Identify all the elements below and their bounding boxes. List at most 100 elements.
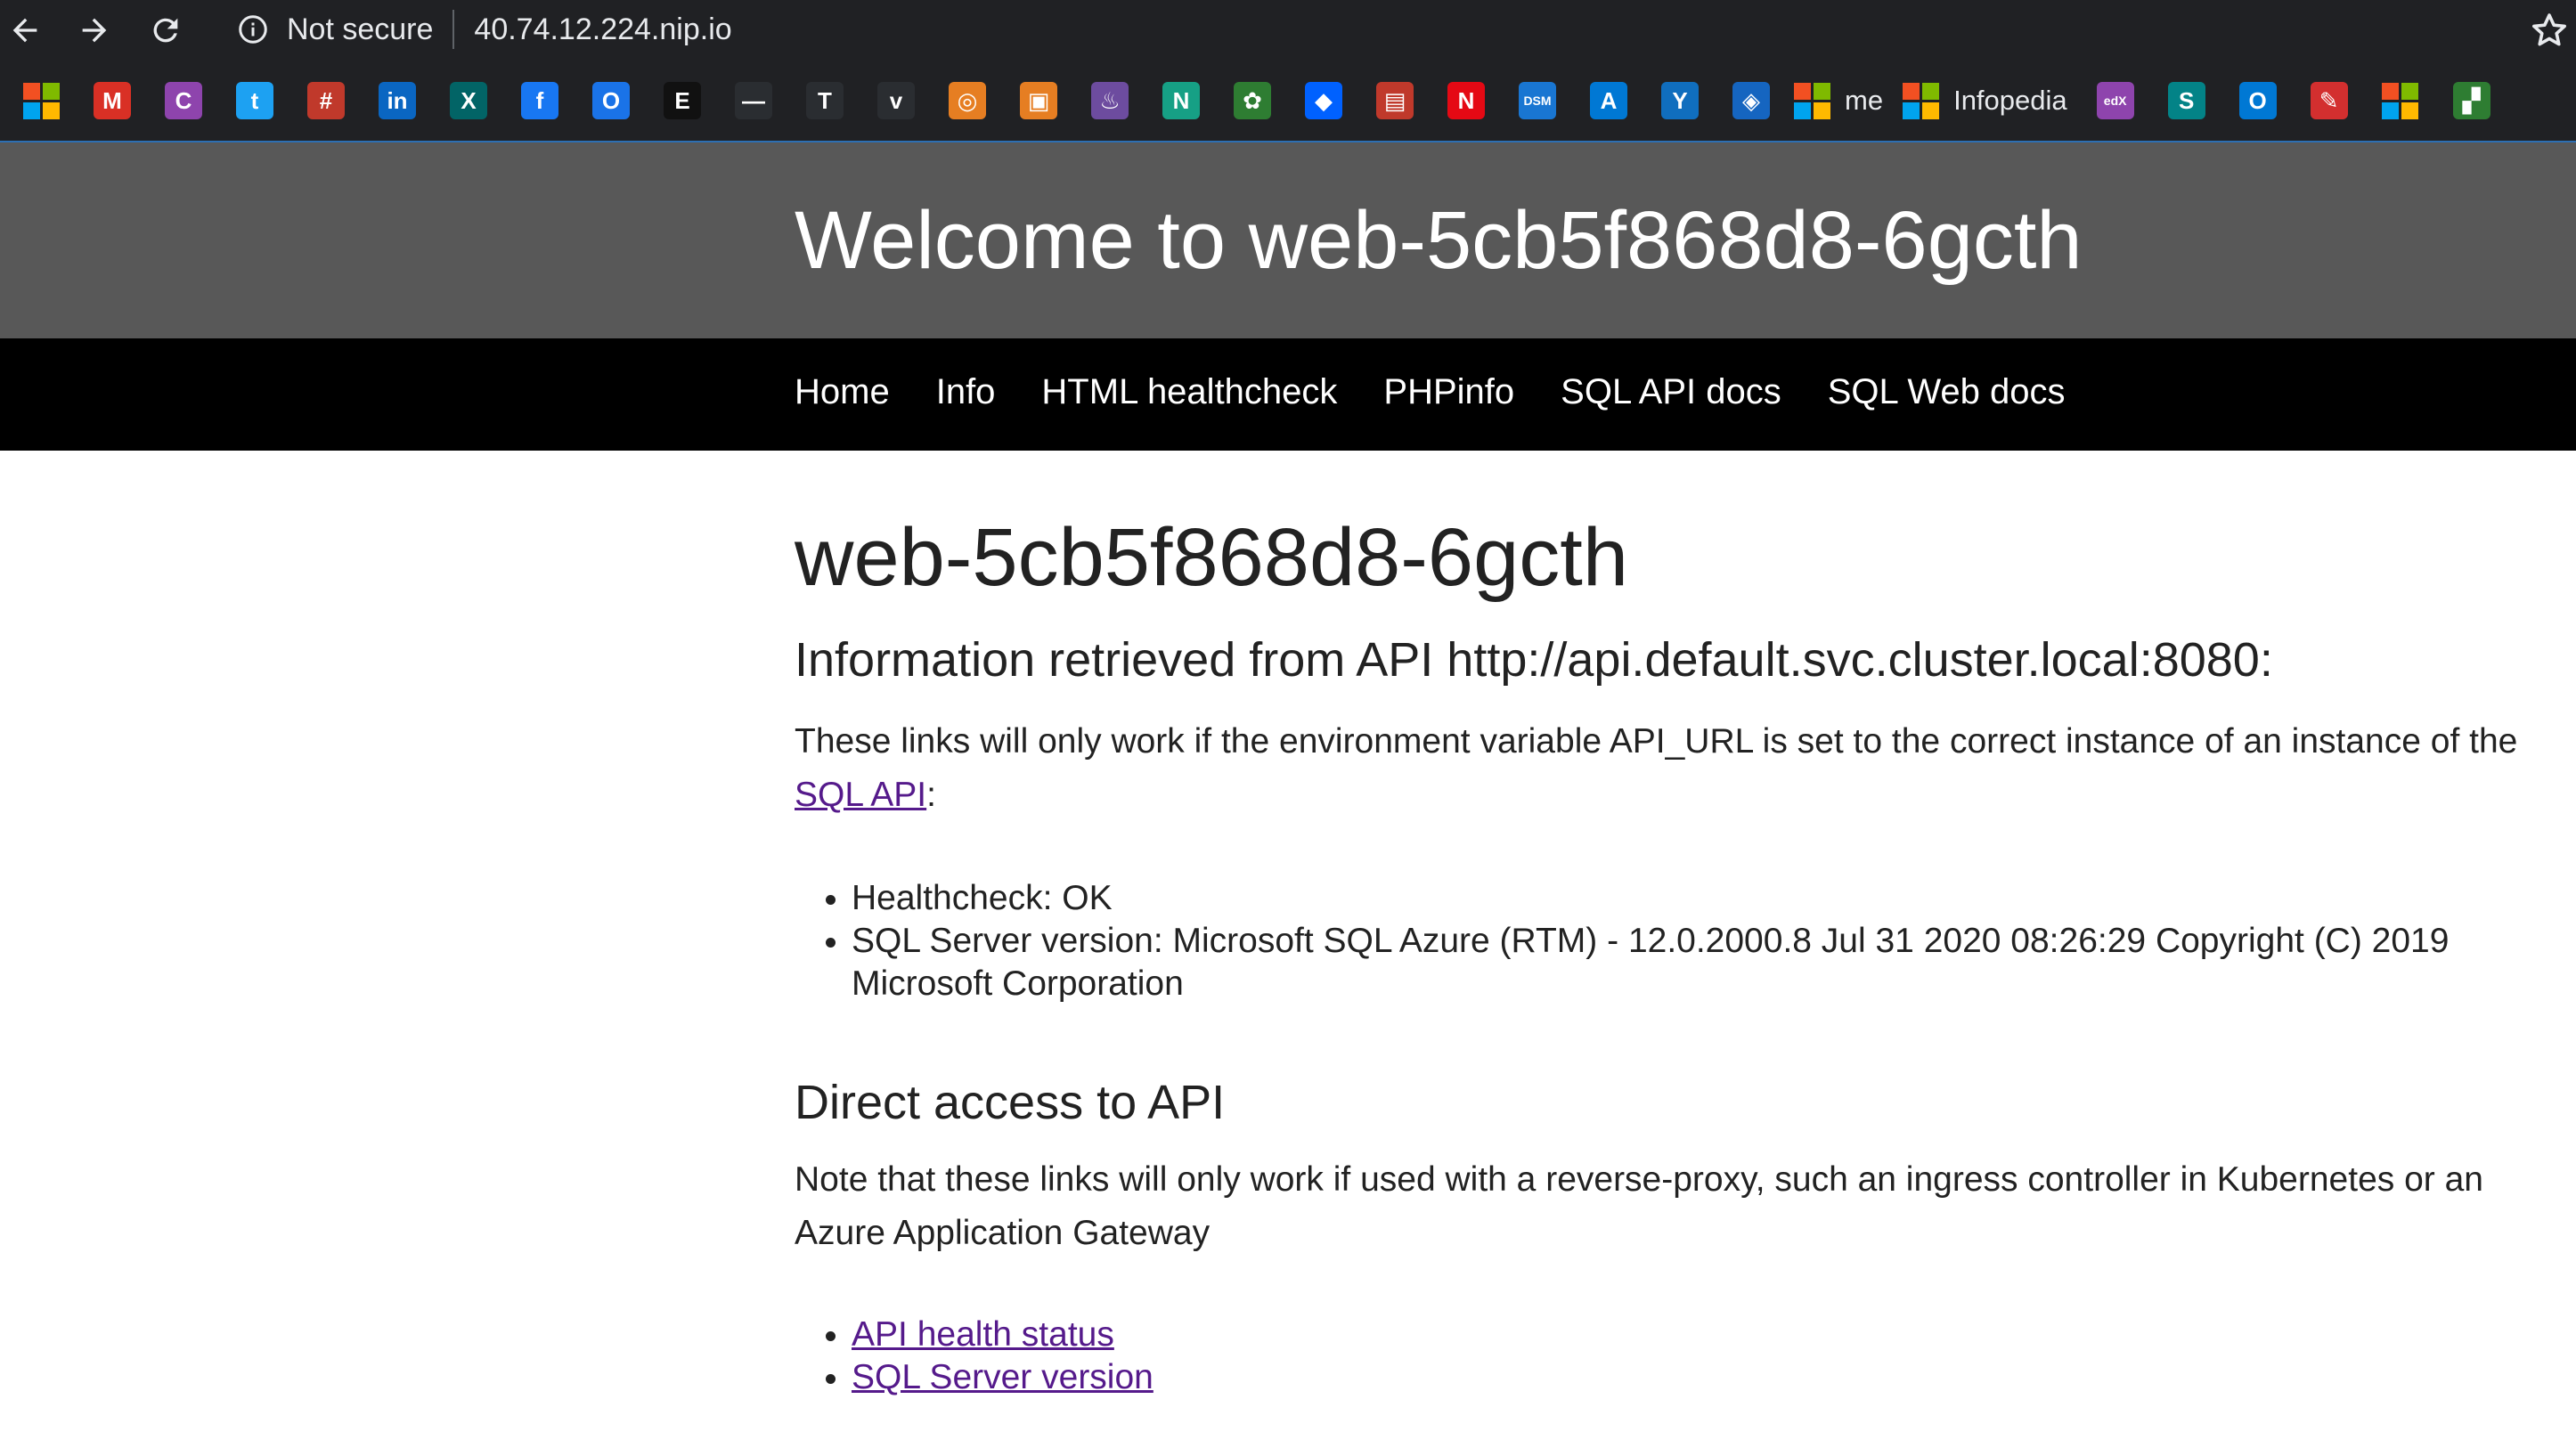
bookmark-item[interactable]: ◈: [1716, 65, 1787, 136]
bookmarks-bar: M Ct # in Xf O E — Tv ◎ ▣ ♨ N ✿ ◆ ▤ N DSM A Y ◈ me Infopedia ed…: [0, 61, 2576, 142]
list-item-api-health: API health status: [852, 1314, 2576, 1356]
bookmark-item[interactable]: edX: [2080, 65, 2151, 136]
bookmark-item[interactable]: ▤: [1359, 65, 1431, 136]
url-text[interactable]: 40.74.12.224.nip.io: [474, 12, 731, 47]
address-divider: [452, 10, 455, 49]
bookmark-label: me: [1845, 85, 1884, 116]
xing-icon: X: [450, 82, 487, 119]
api-info-note-suffix: :: [926, 776, 936, 815]
bookmark-item[interactable]: ▞: [2436, 65, 2507, 136]
microsoft-icon: [1794, 82, 1830, 119]
nyt-icon: T: [806, 82, 844, 119]
bookmark-item[interactable]: T: [789, 65, 860, 136]
bookmark-item[interactable]: ▣: [1003, 65, 1074, 136]
security-status-label: Not secure: [287, 12, 434, 46]
hostname-heading: web-5cb5f868d8-6gcth: [795, 512, 1628, 603]
api-health-status-link[interactable]: API health status: [852, 1315, 1114, 1354]
bookmark-star-icon[interactable]: [2528, 9, 2571, 52]
api-info-note-text: These links will only work if the enviro…: [795, 722, 2518, 761]
forward-arrow-icon: [82, 18, 107, 43]
address-bar[interactable]: Not secure 40.74.12.224.nip.io: [219, 0, 2535, 59]
hashtag-icon: #: [307, 82, 345, 119]
direct-access-heading: Direct access to API: [795, 1076, 1226, 1130]
bookmark-item[interactable]: Infopedia: [1895, 82, 2080, 119]
api-info-note: These links will only work if the enviro…: [795, 715, 2576, 822]
main-content: web-5cb5f868d8-6gcth Information retriev…: [795, 517, 2576, 1399]
bookmark-item[interactable]: ✿: [1217, 65, 1288, 136]
circles-icon: ◎: [949, 82, 986, 119]
nav-html-healthcheck[interactable]: HTML healthcheck: [1041, 372, 1337, 412]
economist-e-icon: E: [664, 82, 701, 119]
sharepoint-icon: S: [2167, 82, 2205, 119]
nav-home[interactable]: Home: [795, 372, 890, 412]
forward-button[interactable]: [69, 5, 119, 55]
back-arrow-icon: [12, 18, 37, 43]
bookmark-item[interactable]: O: [575, 65, 647, 136]
purple-c-icon: C: [165, 82, 202, 119]
n-icon: N: [1162, 82, 1200, 119]
bookmark-item[interactable]: E: [647, 65, 718, 136]
reload-icon: [153, 18, 178, 43]
nav-sql-api-docs[interactable]: SQL API docs: [1561, 372, 1781, 412]
yammer-icon: Y: [1661, 82, 1699, 119]
sql-server-version-link[interactable]: SQL Server version: [852, 1358, 1153, 1396]
linkedin-icon: in: [379, 82, 416, 119]
list-item-healthcheck: Healthcheck: OK: [852, 877, 2576, 920]
direct-access-list: API health status SQL Server version: [852, 1314, 2576, 1399]
outlook-icon: O: [2238, 82, 2277, 119]
bookmark-item[interactable]: [5, 65, 77, 136]
api-info-heading: Information retrieved from API http://ap…: [795, 633, 2273, 687]
bookmark-item[interactable]: M: [77, 65, 148, 136]
bookmark-item[interactable]: O: [2222, 65, 2294, 136]
sql-api-link[interactable]: SQL API: [795, 776, 926, 814]
pen-icon: ✎: [2310, 82, 2348, 119]
bookmark-item[interactable]: in: [362, 65, 433, 136]
bookmark-item[interactable]: #: [290, 65, 362, 136]
reload-button[interactable]: [141, 5, 191, 55]
bookmark-item[interactable]: ✎: [2294, 65, 2365, 136]
bookmark-item[interactable]: ◆: [1288, 65, 1359, 136]
bookmark-item[interactable]: X: [433, 65, 504, 136]
info-icon[interactable]: [237, 13, 269, 45]
bookmark-item[interactable]: v: [860, 65, 932, 136]
flask-icon: ♨: [1091, 82, 1129, 119]
dropbox-icon: ◆: [1305, 82, 1342, 119]
bookmark-item[interactable]: ♨: [1074, 65, 1145, 136]
azure-icon: A: [1590, 82, 1627, 119]
bookmark-item[interactable]: ◎: [932, 65, 1003, 136]
bookmark-item[interactable]: me: [1787, 82, 1895, 119]
api-info-list: Healthcheck: OK SQL Server version: Micr…: [852, 877, 2576, 1005]
tree-icon: ✿: [1234, 82, 1271, 119]
circle-o-icon: O: [592, 82, 630, 119]
nav-sql-web-docs[interactable]: SQL Web docs: [1828, 372, 2066, 412]
microsoft-icon: [2382, 82, 2419, 119]
bookmark-item[interactable]: DSM: [1502, 65, 1573, 136]
site-header: Welcome to web-5cb5f868d8-6gcth: [0, 142, 2576, 338]
twitter-icon: t: [236, 82, 273, 119]
bookmark-item[interactable]: t: [219, 65, 290, 136]
bookmark-item[interactable]: N: [1145, 65, 1217, 136]
bookmark-item[interactable]: C: [148, 65, 219, 136]
bookmark-label: Infopedia: [1953, 85, 2067, 116]
list-item-sql-version: SQL Server version: Microsoft SQL Azure …: [852, 920, 2576, 1005]
bookmark-item[interactable]: S: [2151, 65, 2222, 136]
bookmark-item[interactable]: N: [1431, 65, 1502, 136]
bookmark-item[interactable]: A: [1573, 65, 1644, 136]
back-button[interactable]: [0, 5, 50, 55]
bookmark-item[interactable]: f: [504, 65, 575, 136]
edx-icon: edX: [2096, 82, 2134, 119]
bookmark-item[interactable]: [2365, 65, 2436, 136]
header-title: Welcome to web-5cb5f868d8-6gcth: [795, 195, 2083, 286]
dash-icon: —: [735, 82, 772, 119]
gmail-icon: M: [94, 82, 131, 119]
dsm-icon: DSM: [1519, 82, 1556, 119]
netflix-icon: N: [1447, 82, 1485, 119]
orange-square-icon: ▣: [1020, 82, 1057, 119]
bookmark-item[interactable]: Y: [1644, 65, 1716, 136]
bookmark-item[interactable]: —: [718, 65, 789, 136]
green-flag-icon: ▞: [2452, 82, 2490, 119]
site-nav: Home Info HTML healthcheck PHPinfo SQL A…: [0, 338, 2576, 451]
nav-info[interactable]: Info: [936, 372, 996, 412]
nav-phpinfo[interactable]: PHPinfo: [1383, 372, 1514, 412]
diamond-icon: ◈: [1732, 82, 1770, 119]
